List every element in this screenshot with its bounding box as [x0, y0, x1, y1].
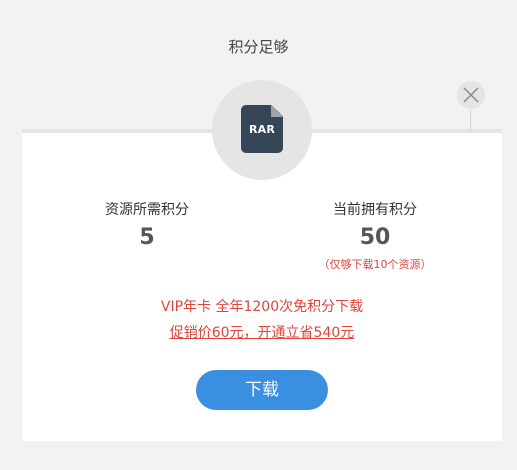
vip-promo-link[interactable]: 促销价60元，开通立省540元	[22, 322, 502, 342]
close-button-stem	[470, 108, 471, 131]
required-points-value: 5	[139, 225, 155, 250]
file-type-label: RAR	[248, 123, 276, 136]
required-points-label: 资源所需积分	[105, 202, 189, 218]
required-points: 资源所需积分 5	[72, 202, 222, 251]
current-points: 当前拥有积分 50 （仅够下载10个资源）	[300, 202, 450, 272]
close-icon	[463, 87, 479, 103]
close-button[interactable]	[457, 81, 485, 109]
vip-promo-text: VIP年卡 全年1200次免积分下载	[160, 299, 364, 315]
download-button[interactable]: 下载	[196, 370, 328, 410]
dialog-title: 积分足够	[228, 38, 289, 56]
current-points-note: （仅够下载10个资源）	[318, 258, 432, 271]
points-dialog: 积分足够 资源所需积分 5 当前拥有积分 50 （仅够下载10个资源） VIP年…	[0, 0, 517, 470]
current-points-label: 当前拥有积分	[333, 202, 417, 218]
current-points-value: 50	[359, 225, 391, 250]
file-icon-badge: RAR	[212, 80, 312, 180]
